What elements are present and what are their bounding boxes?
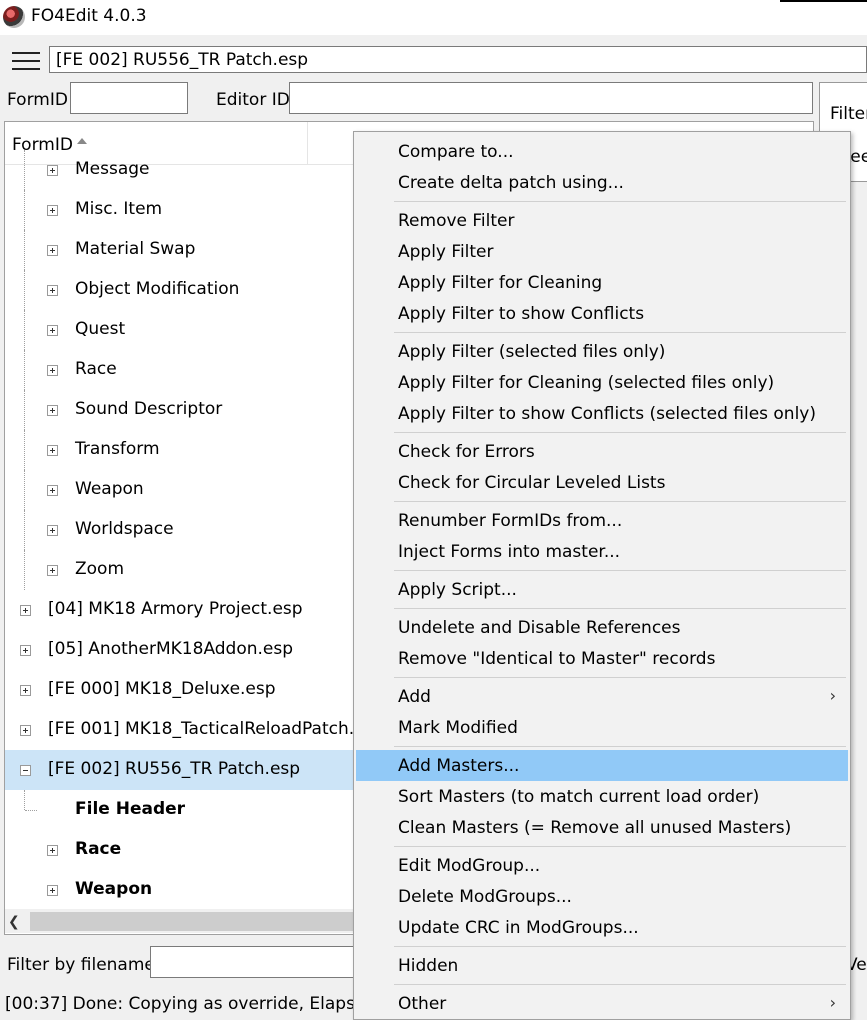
formid-label: FormID xyxy=(7,90,68,110)
menu-update-crc[interactable]: Update CRC in ModGroups... xyxy=(356,912,848,943)
menu-edit-modgroup[interactable]: Edit ModGroup... xyxy=(356,850,848,881)
expand-icon[interactable] xyxy=(47,285,58,296)
expand-icon[interactable] xyxy=(47,485,58,496)
expand-icon[interactable] xyxy=(20,645,31,656)
menu-add[interactable]: Add › xyxy=(356,681,848,712)
menu-separator xyxy=(394,501,846,502)
sort-ascending-icon xyxy=(77,138,87,144)
expand-icon[interactable] xyxy=(20,605,31,616)
plugin-name-field[interactable]: [FE 002] RU556_TR Patch.esp xyxy=(49,46,867,73)
context-menu: Compare to... Create delta patch using..… xyxy=(353,131,851,1020)
filter-by-filename-input[interactable] xyxy=(150,946,360,978)
app-icon xyxy=(3,6,25,28)
expand-icon[interactable] xyxy=(47,245,58,256)
menu-mark-modified[interactable]: Mark Modified xyxy=(356,712,848,743)
scroll-left-icon[interactable]: ❮ xyxy=(8,914,20,930)
menu-renumber-formids[interactable]: Renumber FormIDs from... xyxy=(356,505,848,536)
menu-other[interactable]: Other › xyxy=(356,988,848,1019)
menu-separator xyxy=(394,746,846,747)
hamburger-menu-icon[interactable] xyxy=(12,52,40,72)
filter-by-filename-label: Filter by filename: xyxy=(7,955,161,975)
expand-icon[interactable] xyxy=(47,885,58,896)
menu-apply-filter-conflicts-selected[interactable]: Apply Filter to show Conflicts (selected… xyxy=(356,398,848,429)
menu-remove-filter[interactable]: Remove Filter xyxy=(356,205,848,236)
menu-separator xyxy=(394,332,846,333)
menu-hidden[interactable]: Hidden xyxy=(356,950,848,981)
expand-icon[interactable] xyxy=(47,165,58,176)
editorid-input[interactable] xyxy=(289,82,813,114)
menu-delete-modgroups[interactable]: Delete ModGroups... xyxy=(356,881,848,912)
menu-separator xyxy=(394,432,846,433)
expand-icon[interactable] xyxy=(20,685,31,696)
menu-undelete-disable[interactable]: Undelete and Disable References xyxy=(356,612,848,643)
menu-check-circular-lists[interactable]: Check for Circular Leveled Lists xyxy=(356,467,848,498)
expand-icon[interactable] xyxy=(47,565,58,576)
menu-separator xyxy=(394,570,846,571)
window-title: FO4Edit 4.0.3 xyxy=(31,6,147,26)
collapse-icon[interactable] xyxy=(20,765,31,776)
submenu-arrow-icon: › xyxy=(829,993,836,1012)
window-edge xyxy=(780,0,867,2)
menu-remove-itm[interactable]: Remove "Identical to Master" records xyxy=(356,643,848,674)
menu-add-masters[interactable]: Add Masters... xyxy=(356,750,848,781)
menu-sort-masters[interactable]: Sort Masters (to match current load orde… xyxy=(356,781,848,812)
expand-icon[interactable] xyxy=(47,445,58,456)
expand-icon[interactable] xyxy=(47,405,58,416)
menu-apply-filter-selected[interactable]: Apply Filter (selected files only) xyxy=(356,336,848,367)
expand-icon[interactable] xyxy=(47,365,58,376)
menu-apply-filter-conflicts[interactable]: Apply Filter to show Conflicts xyxy=(356,298,848,329)
expand-icon[interactable] xyxy=(47,525,58,536)
menu-separator xyxy=(394,946,846,947)
menu-apply-filter-cleaning[interactable]: Apply Filter for Cleaning xyxy=(356,267,848,298)
menu-apply-filter-cleaning-selected[interactable]: Apply Filter for Cleaning (selected file… xyxy=(356,367,848,398)
menu-separator xyxy=(394,984,846,985)
menu-separator xyxy=(394,608,846,609)
menu-create-delta-patch[interactable]: Create delta patch using... xyxy=(356,167,848,198)
menu-separator xyxy=(394,201,846,202)
formid-input[interactable] xyxy=(70,82,188,114)
menu-clean-masters[interactable]: Clean Masters (= Remove all unused Maste… xyxy=(356,812,848,843)
expand-icon[interactable] xyxy=(47,325,58,336)
menu-separator xyxy=(394,846,846,847)
editorid-label: Editor ID xyxy=(216,90,290,110)
menu-separator xyxy=(394,677,846,678)
expand-icon[interactable] xyxy=(47,845,58,856)
right-filter-label: Filter xyxy=(830,104,867,124)
menu-inject-forms[interactable]: Inject Forms into master... xyxy=(356,536,848,567)
menu-compare-to[interactable]: Compare to... xyxy=(356,136,848,167)
submenu-arrow-icon: › xyxy=(829,686,836,705)
expand-icon[interactable] xyxy=(20,725,31,736)
expand-icon[interactable] xyxy=(47,205,58,216)
menu-check-errors[interactable]: Check for Errors xyxy=(356,436,848,467)
menu-apply-script[interactable]: Apply Script... xyxy=(356,574,848,605)
menu-apply-filter[interactable]: Apply Filter xyxy=(356,236,848,267)
